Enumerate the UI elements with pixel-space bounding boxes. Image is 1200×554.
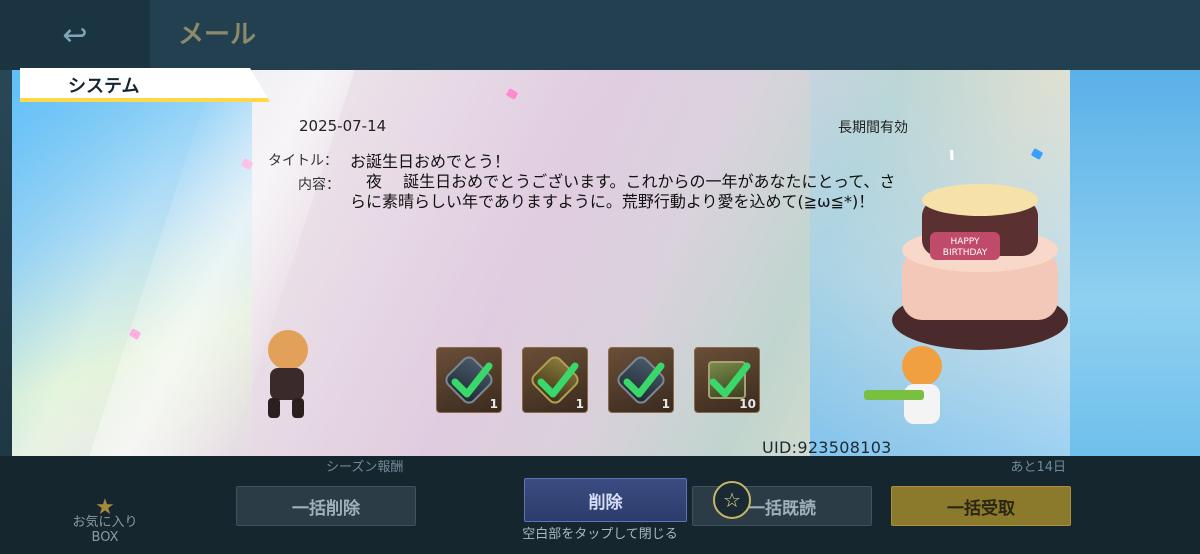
mail-date: 2025-07-14 (299, 117, 387, 135)
content-label: 内容： (298, 177, 340, 193)
reward-item[interactable]: 1 (436, 347, 502, 413)
favorites-box-button[interactable]: ★ お気に入り BOX (60, 495, 150, 546)
tab-system[interactable]: システム (20, 68, 270, 102)
star-outline-icon: ☆ (723, 488, 741, 512)
bulk-delete-button[interactable]: 一括削除 (236, 486, 416, 526)
reward-item[interactable]: 1 (608, 347, 674, 413)
favorite-star-button[interactable]: ☆ (713, 481, 751, 519)
user-id-label: UID:923508103 (762, 438, 892, 457)
favorites-label: お気に入り (72, 515, 138, 530)
bulk-receive-button[interactable]: 一括受取 (891, 486, 1071, 526)
mail-expiry: 長期間有効 (838, 120, 908, 136)
tap-to-close-hint: 空白部をタップして閉じる (522, 527, 678, 542)
girl-character-illustration (864, 346, 942, 424)
back-button[interactable]: ↩ (0, 0, 150, 70)
star-icon: ★ (95, 495, 115, 520)
reward-quantity: 1 (661, 397, 670, 411)
cake-plaque-line2: BIRTHDAY (943, 248, 988, 258)
checkmark-icon (623, 362, 665, 398)
reward-item[interactable]: 10 (694, 347, 760, 413)
list-item[interactable]: シーズン報酬 あと14日 (236, 456, 1066, 475)
mail-content: 夜 誕生日おめでとうございます。これからの一年があなたにとって、さらに素晴らしい… (350, 172, 896, 211)
title-label: タイトル： (268, 153, 338, 169)
page-title: メール (178, 19, 257, 49)
mail-title: お誕生日おめでとう！ (350, 152, 511, 171)
background-right-strip (1070, 70, 1200, 456)
birthday-cake-illustration: HAPPY BIRTHDAY (892, 150, 1068, 350)
cake-plaque-line1: HAPPY (950, 237, 980, 247)
runner-character-illustration (268, 330, 308, 418)
reward-item[interactable]: 1 (522, 347, 588, 413)
reward-quantity: 10 (739, 397, 756, 411)
favorites-label-sub: BOX (91, 530, 119, 545)
confetti-decoration (505, 88, 519, 100)
reward-quantity: 1 (489, 397, 498, 411)
reward-list: 1 1 1 10 (436, 347, 760, 413)
reward-quantity: 1 (575, 397, 584, 411)
list-item-name: シーズン報酬 (326, 460, 404, 475)
checkmark-icon (537, 362, 579, 398)
list-item-time: あと14日 (1010, 460, 1066, 475)
checkmark-icon (451, 362, 493, 398)
back-arrow-icon: ↩ (62, 17, 88, 53)
delete-button[interactable]: 削除 (524, 478, 687, 522)
